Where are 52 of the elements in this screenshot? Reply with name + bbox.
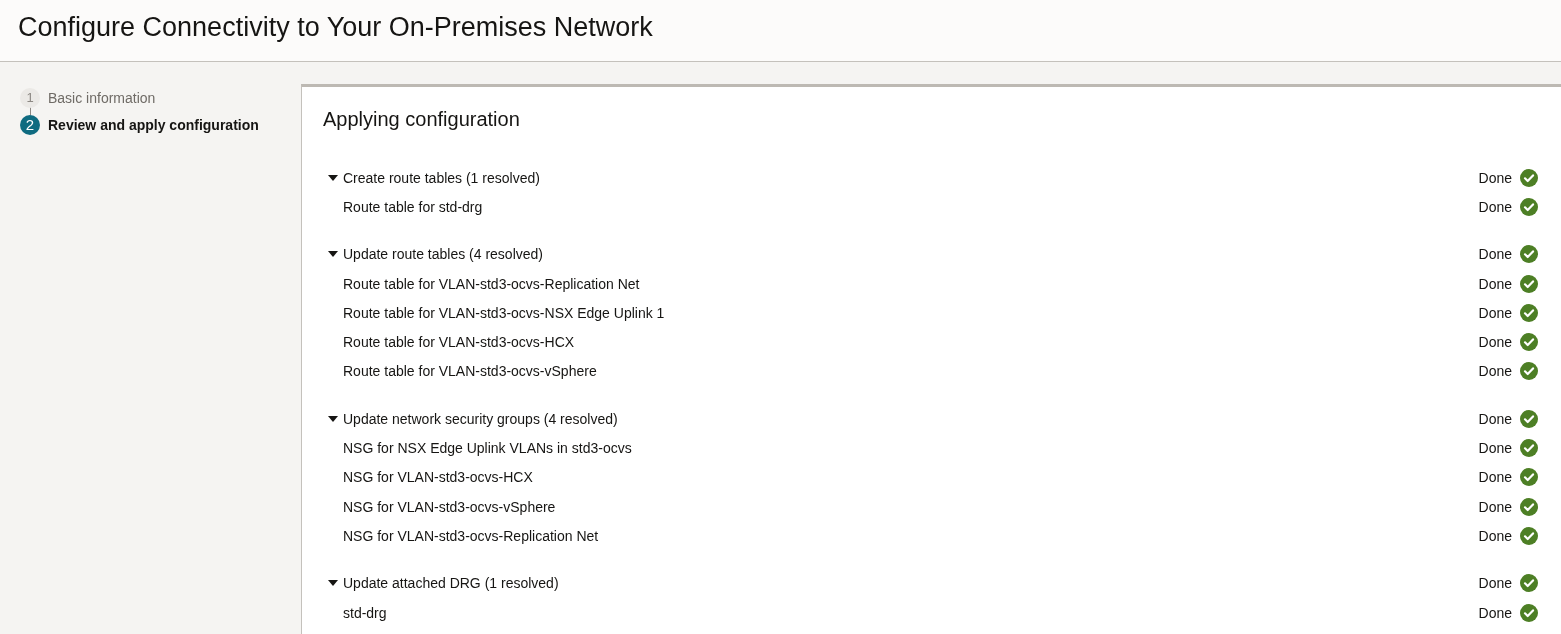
check-circle-icon (1520, 245, 1538, 264)
check-circle-icon (1520, 197, 1538, 216)
task-label: Route table for VLAN-std3-ocvs-NSX Edge Uplink 1 (342, 304, 665, 321)
task-label: Route table for VLAN-std3-ocvs-HCX (342, 334, 575, 351)
group-toggle[interactable]: Create route tables (1 resolved) (328, 169, 540, 186)
group-toggle[interactable]: Update network security groups (4 resolved) (328, 410, 618, 427)
step-label[interactable]: Review and apply configuration (48, 116, 259, 133)
status-text: Done (1478, 198, 1512, 215)
status-text: Done (1478, 498, 1512, 515)
status-text: Done (1478, 440, 1512, 456)
status-text: Done (1478, 246, 1512, 263)
check-circle-icon (1520, 362, 1538, 381)
check-circle-icon (1520, 409, 1538, 428)
task-label: NSG for VLAN-std3-ocvs-vSphere (342, 498, 556, 515)
task-label: Route table for std-drg (342, 198, 483, 215)
check-circle-icon (1520, 439, 1538, 457)
status-text: Done (1478, 527, 1512, 544)
task-label: NSG for VLAN-std3-ocvs-HCX (342, 469, 533, 486)
status-text: Done (1478, 275, 1512, 292)
task-label: Route table for VLAN-std3-ocvs-vSphere (342, 363, 597, 380)
check-circle-icon (1520, 333, 1538, 352)
caret-icon (328, 174, 338, 181)
group-toggle[interactable]: Update route tables (4 resolved) (328, 246, 543, 263)
caret-icon (328, 580, 338, 587)
task-label: std-drg (342, 604, 387, 621)
check-circle-icon (1520, 497, 1538, 516)
check-circle-icon (1520, 574, 1538, 593)
check-circle-icon (1520, 303, 1538, 322)
check-circle-icon (1520, 526, 1538, 545)
status-text: Done (1478, 169, 1512, 186)
check-circle-icon (1520, 468, 1538, 487)
caret-icon (328, 251, 338, 258)
step-number: 2 (20, 114, 40, 135)
task-label: NSG for VLAN-std3-ocvs-Replication Net (342, 527, 599, 544)
check-circle-icon (1520, 274, 1538, 293)
status-text: Done (1478, 334, 1512, 351)
status-text: Done (1478, 363, 1512, 380)
task-label: Route table for VLAN-std3-ocvs-Replication Net (342, 275, 640, 292)
task-label: NSG for NSX Edge Uplink VLANs in std3-ocvs (342, 440, 632, 456)
step-label[interactable]: Basic information (48, 89, 156, 106)
step-number: 1 (20, 87, 40, 108)
page-title: Configure Connectivity to Your On-Premises Network (18, 11, 653, 45)
status-text: Done (1478, 410, 1512, 427)
status-text: Done (1478, 604, 1512, 621)
status-text: Done (1478, 304, 1512, 321)
status-text: Done (1478, 469, 1512, 486)
check-circle-icon (1520, 168, 1538, 187)
group-toggle[interactable]: Update attached DRG (1 resolved) (328, 575, 559, 592)
panel-heading: Applying configuration (323, 107, 521, 132)
caret-icon (328, 415, 338, 422)
status-text: Done (1478, 575, 1512, 592)
check-circle-icon (1520, 603, 1538, 622)
